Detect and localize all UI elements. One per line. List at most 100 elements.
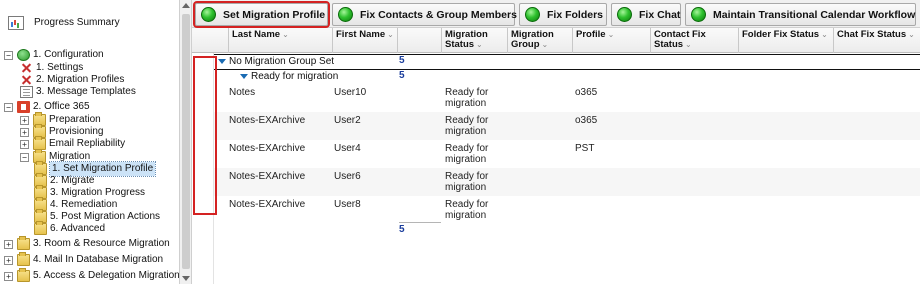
button-label: Fix Contacts & Group Members bbox=[360, 8, 517, 21]
tree-item-3-message-templates[interactable]: 3. Message Templates bbox=[20, 85, 136, 99]
tree-item-label: 3. Room & Resource Migration bbox=[33, 238, 170, 249]
sort-icon: ⌄ bbox=[821, 30, 828, 39]
green-status-icon bbox=[338, 7, 353, 22]
tree-item-label: 4. Mail In Database Migration bbox=[33, 254, 164, 265]
tree-item-progress-summary[interactable]: Progress Summary bbox=[8, 16, 120, 30]
header-migration-status[interactable]: Migration Status ⌄ bbox=[442, 28, 508, 53]
group-header-ready-for-migration[interactable]: Ready for migration bbox=[240, 70, 338, 84]
table-row[interactable]: Notes-EXArchive User8 Ready for migration bbox=[214, 196, 920, 224]
column-label: Chat Fix Status bbox=[837, 29, 907, 40]
office-icon bbox=[17, 101, 30, 113]
group-header-no-migration-group[interactable]: No Migration Group Set bbox=[218, 55, 334, 69]
button-label: Fix Folders bbox=[547, 8, 604, 21]
collapse-icon[interactable]: − bbox=[4, 102, 13, 112]
folder-icon bbox=[17, 252, 30, 266]
row-selector-highlight bbox=[193, 56, 217, 215]
tree-item-label: Email Repliability bbox=[49, 138, 126, 149]
tree-item-label: 3. Message Templates bbox=[36, 86, 136, 97]
column-label: Profile bbox=[576, 29, 606, 40]
tree-item-2-office-365[interactable]: −2. Office 365 bbox=[4, 100, 90, 114]
collapse-icon[interactable]: − bbox=[4, 50, 13, 60]
column-label: First Name bbox=[336, 29, 386, 40]
cell-last-name: Notes bbox=[229, 87, 256, 98]
group-count: 5 bbox=[399, 70, 405, 81]
summary-separator bbox=[399, 222, 441, 223]
header-spacer bbox=[398, 28, 442, 53]
tree-item-6-advanced[interactable]: 6. Advanced bbox=[34, 221, 105, 236]
navigation-tree: Progress Summary −1. Configuration 1. Sett… bbox=[0, 0, 180, 284]
fix-contacts-button[interactable]: Fix Contacts & Group Members bbox=[332, 3, 517, 26]
tree-item-label: 1. Configuration bbox=[33, 49, 104, 60]
table-row[interactable]: Notes-EXArchive User6 Ready for migration bbox=[214, 168, 920, 196]
button-label: Fix Chat bbox=[639, 8, 681, 21]
green-status-icon bbox=[617, 7, 632, 22]
document-icon bbox=[20, 86, 33, 98]
header-profile[interactable]: Profile ⌄ bbox=[573, 28, 651, 53]
expand-icon[interactable]: + bbox=[4, 239, 13, 249]
table-row[interactable]: Notes-EXArchive User2 Ready for migration o… bbox=[214, 112, 920, 140]
action-toolbar: Set Migration Profile Fix Contacts & Gro… bbox=[192, 0, 920, 28]
sort-icon: ⌄ bbox=[541, 40, 549, 49]
scrollbar-thumb[interactable] bbox=[182, 14, 190, 269]
header-contact-fix-status[interactable]: Contact Fix Status ⌄ bbox=[651, 28, 739, 53]
sort-icon: ⌄ bbox=[387, 30, 394, 39]
header-first-name[interactable]: First Name ⌄ bbox=[333, 28, 398, 53]
sort-icon: ⌄ bbox=[908, 30, 915, 39]
cell-last-name: Notes-EXArchive bbox=[229, 143, 306, 154]
cell-last-name: Notes-EXArchive bbox=[229, 199, 306, 210]
expand-icon[interactable]: + bbox=[20, 127, 29, 137]
collapse-icon[interactable]: − bbox=[20, 152, 29, 162]
header-row-selector bbox=[192, 28, 229, 53]
cell-first-name: User6 bbox=[334, 171, 361, 182]
group-label: No Migration Group Set bbox=[229, 56, 335, 67]
header-last-name[interactable]: Last Name ⌄ bbox=[229, 28, 333, 53]
cell-last-name: Notes-EXArchive bbox=[229, 171, 306, 182]
collapse-triangle-icon[interactable] bbox=[218, 58, 226, 64]
cell-first-name: User10 bbox=[334, 87, 367, 98]
cell-last-name: Notes-EXArchive bbox=[229, 115, 306, 126]
tree-item-1-configuration[interactable]: − 1. Configuration bbox=[4, 48, 104, 62]
table-row[interactable]: Notes User10 Ready for migration o365 bbox=[214, 84, 920, 112]
tree-item-4-mail-in-database-migration[interactable]: +4. Mail In Database Migration bbox=[4, 252, 164, 267]
chart-icon bbox=[8, 16, 24, 30]
scroll-down-arrow-icon[interactable] bbox=[182, 276, 190, 281]
cell-migration-status: Ready for migration bbox=[445, 199, 489, 221]
collapse-triangle-icon[interactable] bbox=[240, 73, 248, 79]
total-count: 5 bbox=[399, 224, 405, 235]
cell-first-name: User2 bbox=[334, 115, 361, 126]
cell-first-name: User8 bbox=[334, 199, 361, 210]
cell-profile: o365 bbox=[575, 115, 598, 126]
tree-item-5-access-delegation-migration[interactable]: +5. Access & Delegation Migration bbox=[4, 268, 179, 283]
folder-icon bbox=[17, 268, 30, 282]
expand-icon[interactable]: + bbox=[20, 139, 29, 149]
group-count: 5 bbox=[399, 55, 405, 66]
folder-icon bbox=[34, 221, 47, 235]
header-migration-group[interactable]: Migration Group ⌄ bbox=[508, 28, 573, 53]
expand-icon[interactable]: + bbox=[20, 115, 29, 125]
button-label: Set Migration Profile bbox=[223, 8, 326, 21]
maintain-calendar-workflow-button[interactable]: Maintain Transitional Calendar Workflow bbox=[685, 3, 916, 26]
column-label: Contact Fix Status bbox=[654, 29, 706, 50]
header-chat-fix-status[interactable]: Chat Fix Status ⌄ bbox=[834, 28, 920, 53]
column-label: Folder Fix Status bbox=[742, 29, 820, 40]
green-status-icon bbox=[201, 7, 216, 22]
tree-scrollbar[interactable] bbox=[180, 0, 192, 284]
globe-icon bbox=[17, 49, 30, 61]
cell-migration-status: Ready for migration bbox=[445, 115, 489, 137]
tree-item-3-room-resource-migration[interactable]: +3. Room & Resource Migration bbox=[4, 236, 170, 251]
fix-folders-button[interactable]: Fix Folders bbox=[519, 3, 607, 26]
sort-icon: ⌄ bbox=[607, 30, 615, 39]
column-label: Last Name bbox=[232, 29, 281, 40]
fix-chat-button[interactable]: Fix Chat bbox=[611, 3, 681, 26]
sort-icon: ⌄ bbox=[476, 40, 483, 49]
expand-icon[interactable]: + bbox=[4, 255, 13, 265]
cell-first-name: User4 bbox=[334, 143, 361, 154]
cell-profile: PST bbox=[575, 143, 595, 154]
set-migration-profile-button[interactable]: Set Migration Profile bbox=[193, 1, 330, 28]
table-row[interactable]: Notes-EXArchive User4 Ready for migration P… bbox=[214, 140, 920, 168]
header-folder-fix-status[interactable]: Folder Fix Status ⌄ bbox=[739, 28, 834, 53]
green-status-icon bbox=[691, 7, 706, 22]
folder-icon bbox=[17, 236, 30, 250]
expand-icon[interactable]: + bbox=[4, 271, 13, 281]
scroll-up-arrow-icon[interactable] bbox=[182, 3, 190, 8]
